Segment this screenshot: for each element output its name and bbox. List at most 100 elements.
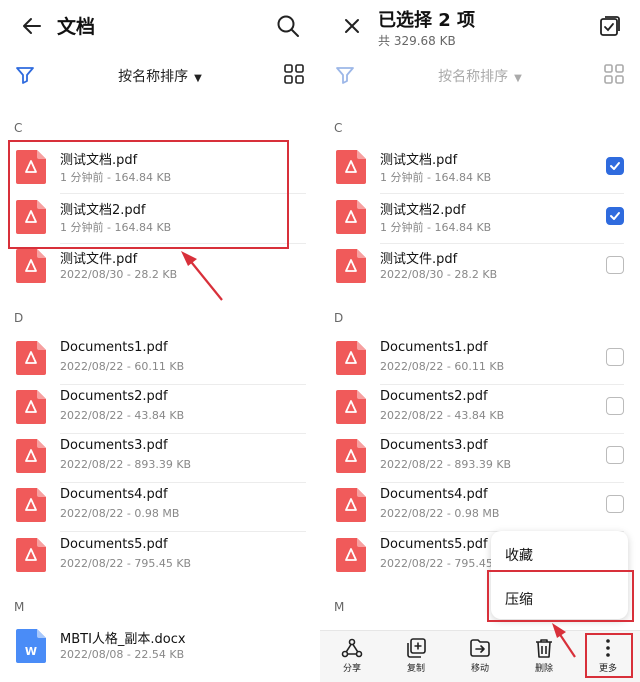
file-checkbox[interactable] <box>606 256 624 274</box>
pdf-file-icon <box>16 538 46 572</box>
copy-icon <box>407 638 426 658</box>
file-name: Documents3.pdf <box>60 438 168 453</box>
file-checkbox[interactable] <box>606 397 624 415</box>
file-name: Documents1.pdf <box>380 340 488 355</box>
file-name: 测试文档2.pdf <box>380 203 466 218</box>
file-meta: 2022/08/22 - 60.11 KB <box>60 360 185 373</box>
file-meta: 1 分钟前 - 164.84 KB <box>380 221 492 234</box>
file-name: Documents4.pdf <box>380 487 488 502</box>
grid-view-icon <box>604 64 624 84</box>
sort-dropdown[interactable]: 按名称排序 ▼ <box>0 66 320 86</box>
file-name: Documents5.pdf <box>60 537 168 552</box>
highlight-box-more <box>585 633 633 678</box>
file-meta: 1 分钟前 - 164.84 KB <box>380 171 492 184</box>
back-arrow-icon[interactable] <box>18 12 46 40</box>
file-item[interactable]: 测试文件.pdf 2022/08/30 - 28.2 KB <box>0 246 320 295</box>
file-item[interactable]: Documents5.pdf 2022/08/22 - 795.45 KB <box>0 535 320 584</box>
pdf-file-icon <box>16 390 46 424</box>
divider <box>60 433 306 434</box>
file-name: 测试文件.pdf <box>60 252 138 267</box>
section-header-d: D <box>334 311 344 325</box>
section-header-d: D <box>14 311 24 325</box>
file-name: 测试文档.pdf <box>380 153 458 168</box>
divider <box>380 482 624 483</box>
file-name: Documents1.pdf <box>60 340 168 355</box>
sort-bar: 按名称排序 ▼ <box>0 62 320 90</box>
file-item[interactable]: Documents1.pdf 2022/08/22 - 60.11 KB <box>320 338 640 387</box>
section-header-c: C <box>334 121 343 135</box>
file-item[interactable]: Documents4.pdf 2022/08/22 - 0.98 MB <box>320 485 640 534</box>
file-checkbox[interactable] <box>606 348 624 366</box>
divider <box>60 482 306 483</box>
sort-bar: 按名称排序 ▼ <box>320 62 640 90</box>
chevron-down-icon: ▼ <box>514 73 522 84</box>
section-header-m: M <box>334 600 345 614</box>
select-all-icon[interactable] <box>598 14 622 38</box>
menu-item-favorite[interactable]: 收藏 <box>505 545 533 565</box>
pdf-file-icon <box>16 341 46 375</box>
sort-label: 按名称排序 <box>118 69 189 85</box>
page-title: 文档 <box>57 16 96 38</box>
file-meta: 2022/08/22 - 0.98 MB <box>380 507 500 520</box>
pdf-file-icon <box>16 488 46 522</box>
file-list-panel: 文档 按名称排序 ▼ C D M 测试文档.pdf 1 分钟前 - 164.84 … <box>0 0 320 682</box>
close-icon[interactable] <box>338 12 366 40</box>
move-icon <box>470 639 490 657</box>
file-name: MBTI人格_副本.docx <box>60 632 186 647</box>
file-meta: 2022/08/22 - 893.39 KB <box>60 458 192 471</box>
file-meta: 2022/08/22 - 60.11 KB <box>380 360 505 373</box>
file-item[interactable]: 测试文件.pdf 2022/08/30 - 28.2 KB <box>320 246 640 295</box>
app-header: 文档 <box>0 0 320 52</box>
file-item[interactable]: 测试文档2.pdf 1 分钟前 - 164.84 KB <box>320 197 640 246</box>
checkmark-icon <box>610 212 620 220</box>
divider <box>380 193 624 194</box>
pdf-file-icon <box>336 150 366 184</box>
file-item[interactable]: 测试文档.pdf 1 分钟前 - 164.84 KB <box>320 147 640 196</box>
file-checkbox[interactable] <box>606 157 624 175</box>
file-meta: 2022/08/30 - 28.2 KB <box>380 268 498 281</box>
file-name: Documents2.pdf <box>380 389 488 404</box>
pdf-file-icon <box>336 249 366 283</box>
pdf-file-icon <box>336 341 366 375</box>
file-item[interactable]: Documents2.pdf 2022/08/22 - 43.84 KB <box>320 387 640 436</box>
selection-title: 已选择 2 项 <box>378 10 476 31</box>
word-file-icon: W <box>16 629 46 663</box>
file-meta: 2022/08/22 - 0.98 MB <box>60 507 180 520</box>
highlight-box-compress <box>487 570 634 622</box>
pdf-file-icon <box>336 390 366 424</box>
file-item[interactable]: Documents4.pdf 2022/08/22 - 0.98 MB <box>0 485 320 534</box>
highlight-box-selected-files <box>8 140 289 249</box>
checkmark-icon <box>610 162 620 170</box>
delete-label: 删除 <box>534 664 553 674</box>
file-checkbox[interactable] <box>606 207 624 225</box>
file-meta: 2022/08/22 - 893.39 KB <box>380 458 512 471</box>
file-item[interactable]: Documents2.pdf 2022/08/22 - 43.84 KB <box>0 387 320 436</box>
file-item[interactable]: Documents3.pdf 2022/08/22 - 893.39 KB <box>0 436 320 485</box>
pdf-file-icon <box>16 439 46 473</box>
divider <box>60 531 306 532</box>
copy-button[interactable]: 复制 <box>391 637 441 674</box>
file-checkbox[interactable] <box>606 495 624 513</box>
pdf-file-icon <box>336 200 366 234</box>
copy-label: 复制 <box>406 664 425 674</box>
grid-view-icon[interactable] <box>284 64 304 84</box>
move-button[interactable]: 移动 <box>455 637 505 674</box>
pdf-file-icon <box>336 488 366 522</box>
file-meta: 2022/08/22 - 43.84 KB <box>60 409 185 422</box>
file-item[interactable]: Documents1.pdf 2022/08/22 - 60.11 KB <box>0 338 320 387</box>
file-meta: 2022/08/22 - 795.45 KB <box>60 557 192 570</box>
share-button[interactable]: 分享 <box>327 637 377 674</box>
file-checkbox[interactable] <box>606 446 624 464</box>
sort-label: 按名称排序 <box>438 69 509 85</box>
divider <box>380 243 624 244</box>
share-label: 分享 <box>342 664 361 674</box>
file-name: Documents4.pdf <box>60 487 168 502</box>
search-icon[interactable] <box>274 12 302 40</box>
pdf-file-icon <box>16 249 46 283</box>
file-item[interactable]: W MBTI人格_副本.docx 2022/08/08 - 22.54 KB <box>0 626 320 675</box>
delete-button[interactable]: 删除 <box>519 637 569 674</box>
file-item[interactable]: Documents3.pdf 2022/08/22 - 893.39 KB <box>320 436 640 485</box>
file-name: Documents3.pdf <box>380 438 488 453</box>
selection-header: 已选择 2 项 共 329.68 KB <box>320 0 640 52</box>
file-meta: 2022/08/30 - 28.2 KB <box>60 268 178 281</box>
